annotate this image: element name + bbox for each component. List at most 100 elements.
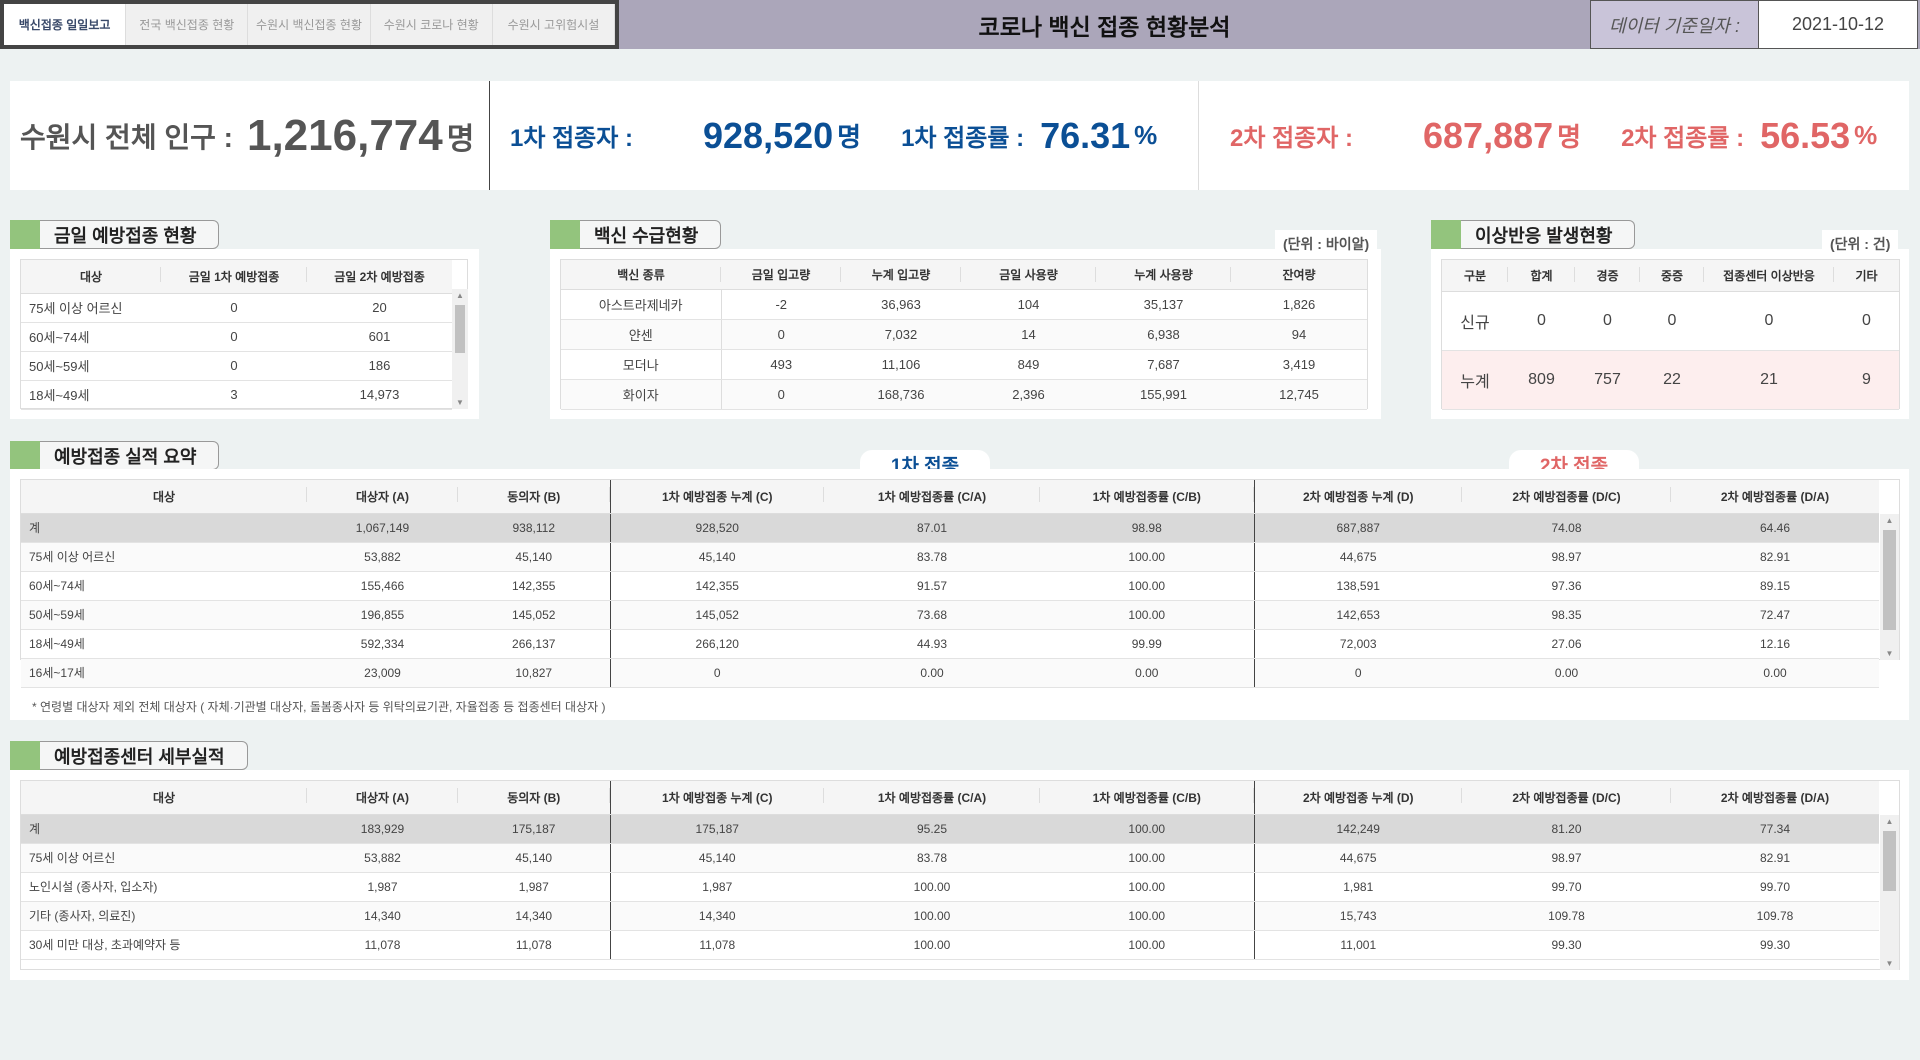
- column-header[interactable]: 동의자 (B): [458, 480, 610, 514]
- second-rate-value: 56.53: [1760, 114, 1851, 156]
- table-row[interactable]: 누계 809 757 22 21 9: [1442, 350, 1899, 410]
- column-header[interactable]: 동의자 (B): [458, 781, 610, 815]
- column-header[interactable]: 대상: [21, 781, 307, 815]
- table-row[interactable]: 모더나 493 11,106 849 7,687 3,419: [561, 349, 1367, 380]
- column-header[interactable]: 금일 입고량: [721, 260, 841, 290]
- table-cell: 10,827: [458, 658, 610, 688]
- column-header[interactable]: 1차 예방접종률 (C/A): [824, 781, 1040, 815]
- table-row[interactable]: 노인시설 (종사자, 입소자) 1,987 1,987 1,987 100.00 100.…: [21, 872, 1879, 902]
- table-cell: 18세~49세: [21, 629, 307, 659]
- table-cell: 16세~17세: [21, 658, 307, 688]
- column-header[interactable]: 2차 예방접종률 (D/A): [1671, 480, 1879, 514]
- table-cell: -2: [721, 289, 841, 320]
- column-header[interactable]: 합계: [1508, 260, 1575, 292]
- adverse-section-title: 이상반응 발생현황: [1431, 220, 1636, 249]
- column-header[interactable]: 1차 예방접종률 (C/A): [824, 480, 1040, 514]
- column-header[interactable]: 2차 예방접종 누계 (D): [1253, 781, 1463, 815]
- table-row[interactable]: 아스트라제네카 -2 36,963 104 35,137 1,826: [561, 289, 1367, 320]
- table-cell: 14,340: [609, 901, 824, 931]
- table-cell: 0: [1253, 658, 1462, 688]
- column-header[interactable]: 경증: [1575, 260, 1640, 292]
- supply-table-wrap: 백신 종류 금일 입고량 누계 입고량 금일 사용량 누계 사용량 잔여량 아스트라제네카 -…: [560, 259, 1368, 410]
- summary-footnote: * 연령별 대상자 제외 전체 대상자 ( 자체·기관별 대상자, 돌봄종사자 …: [32, 700, 606, 714]
- column-header[interactable]: 2차 예방접종률 (D/A): [1671, 781, 1879, 815]
- page-title: 코로나 백신 접종 현황분석: [978, 13, 1231, 40]
- table-row[interactable]: 16세~17세 23,009 10,827 0 0.00 0.00 0 0.00 0.00: [21, 658, 1879, 688]
- column-header[interactable]: 금일 사용량: [961, 260, 1096, 290]
- table-cell: 21: [1704, 350, 1834, 410]
- table-row[interactable]: 화이자 0 168,736 2,396 155,991 12,745: [561, 379, 1367, 410]
- column-header[interactable]: 2차 예방접종률 (D/C): [1462, 480, 1671, 514]
- table-cell: 0: [1575, 291, 1640, 351]
- table-cell: 95.25: [824, 814, 1040, 844]
- table-row[interactable]: 18세~49세 3 14,973: [21, 380, 452, 410]
- table-cell: 60세~74세: [21, 571, 307, 601]
- table-row[interactable]: 75세 이상 어르신 53,882 45,140 45,140 83.78 100.00 4…: [21, 542, 1879, 572]
- total-row[interactable]: 계 183,929 175,187 175,187 95.25 100.00 142,249…: [21, 814, 1879, 844]
- first-rate-value: 76.31: [1040, 114, 1131, 156]
- table-cell: 601: [307, 322, 452, 352]
- column-header[interactable]: 금일 2차 예방접종: [307, 260, 452, 294]
- date-value: 2021-10-12: [1759, 0, 1918, 49]
- table-row[interactable]: 기타 (종사자, 의료진) 14,340 14,340 14,340 100.00 100…: [21, 901, 1879, 931]
- column-header[interactable]: 잔여량: [1231, 260, 1367, 290]
- table-row[interactable]: 50세~59세 0 186: [21, 351, 452, 381]
- first-dose-value: 928,520: [703, 114, 834, 156]
- column-header[interactable]: 구분: [1442, 260, 1508, 292]
- center-scrollbar[interactable]: ▲ ▼: [1880, 815, 1899, 970]
- table-cell: 45,140: [458, 542, 610, 572]
- table-cell: 1,067,149: [307, 513, 458, 543]
- column-header[interactable]: 1차 예방접종 누계 (C): [609, 781, 825, 815]
- table-row[interactable]: 60세~74세 155,466 142,355 142,355 91.57 100.00 1…: [21, 571, 1879, 601]
- total-row[interactable]: 계 1,067,149 938,112 928,520 87.01 98.98 687,88…: [21, 513, 1879, 543]
- table-cell: 809: [1508, 350, 1575, 410]
- adverse-title-text: 이상반응 발생현황: [1461, 220, 1636, 249]
- tab-daily-report[interactable]: 백신접종 일일보고: [4, 4, 127, 45]
- table-row[interactable]: 신규 0 0 0 0 0: [1442, 291, 1899, 351]
- tab-suwon-covid[interactable]: 수원시 코로나 현황: [371, 4, 493, 45]
- column-header[interactable]: 대상자 (A): [307, 781, 458, 815]
- table-cell: 75세 이상 어르신: [21, 843, 307, 873]
- table-cell: 142,355: [458, 571, 610, 601]
- table-row[interactable]: 18세~49세 592,334 266,137 266,120 44.93 99.99 72…: [21, 629, 1879, 659]
- date-label: 데이터 기준일자 :: [1590, 0, 1759, 49]
- table-row[interactable]: 50세~59세 196,855 145,052 145,052 73.68 100.00 1…: [21, 600, 1879, 630]
- column-header[interactable]: 대상: [21, 480, 307, 514]
- column-header[interactable]: 접종센터 이상반응: [1704, 260, 1834, 292]
- table-row[interactable]: 30세 미만 대상, 초과예약자 등 11,078 11,078 11,078 100.…: [21, 930, 1879, 960]
- table-row[interactable]: 60세~74세 0 601: [21, 322, 452, 352]
- summary-scrollbar[interactable]: ▲ ▼: [1880, 514, 1899, 660]
- column-header[interactable]: 금일 1차 예방접종: [161, 260, 307, 294]
- table-cell: 노인시설 (종사자, 입소자): [21, 872, 307, 902]
- table-cell: 14,340: [307, 901, 458, 931]
- table-cell: 모더나: [561, 349, 722, 380]
- table-cell: 138,591: [1253, 571, 1462, 601]
- column-header[interactable]: 1차 예방접종률 (C/B): [1040, 781, 1254, 815]
- column-header[interactable]: 2차 예방접종률 (D/C): [1462, 781, 1671, 815]
- table-cell: 0.00: [824, 658, 1040, 688]
- table-cell: 104: [961, 289, 1096, 320]
- column-header[interactable]: 2차 예방접종 누계 (D): [1253, 480, 1463, 514]
- column-header[interactable]: 백신 종류: [561, 260, 721, 290]
- table-row[interactable]: 75세 이상 어르신 53,882 45,140 45,140 83.78 100.00 4…: [21, 843, 1879, 873]
- today-table-wrap: 대상 금일 1차 예방접종 금일 2차 예방접종 75세 이상 어르신 0 20 60세~7…: [20, 259, 468, 410]
- column-header[interactable]: 중증: [1640, 260, 1704, 292]
- second-rate-label: 2차 접종률 :: [1621, 125, 1745, 152]
- table-row[interactable]: 얀센 0 7,032 14 6,938 94: [561, 319, 1367, 350]
- column-header[interactable]: 대상: [21, 260, 161, 294]
- tab-suwon-high-risk[interactable]: 수원시 고위험시설: [493, 4, 616, 45]
- column-header[interactable]: 1차 예방접종 누계 (C): [609, 480, 825, 514]
- tab-national-status[interactable]: 전국 백신접종 현황: [126, 4, 249, 45]
- column-header[interactable]: 기타: [1834, 260, 1899, 292]
- table-row[interactable]: 75세 이상 어르신 0 20: [21, 293, 452, 323]
- today-scrollbar[interactable]: ▲ ▼: [452, 289, 468, 409]
- column-header[interactable]: 1차 예방접종률 (C/B): [1040, 480, 1254, 514]
- table-cell: 11,078: [307, 930, 458, 960]
- column-header[interactable]: 대상자 (A): [307, 480, 458, 514]
- tab-suwon-vaccination[interactable]: 수원시 백신접종 현황: [248, 4, 371, 45]
- supply-table: 백신 종류 금일 입고량 누계 입고량 금일 사용량 누계 사용량 잔여량 아스트라제네카 -…: [561, 260, 1367, 410]
- report-tabs: 백신접종 일일보고 전국 백신접종 현황 수원시 백신접종 현황 수원시 코로나…: [0, 0, 619, 49]
- table-cell: 12.16: [1671, 629, 1879, 659]
- column-header[interactable]: 누계 입고량: [841, 260, 961, 290]
- column-header[interactable]: 누계 사용량: [1096, 260, 1231, 290]
